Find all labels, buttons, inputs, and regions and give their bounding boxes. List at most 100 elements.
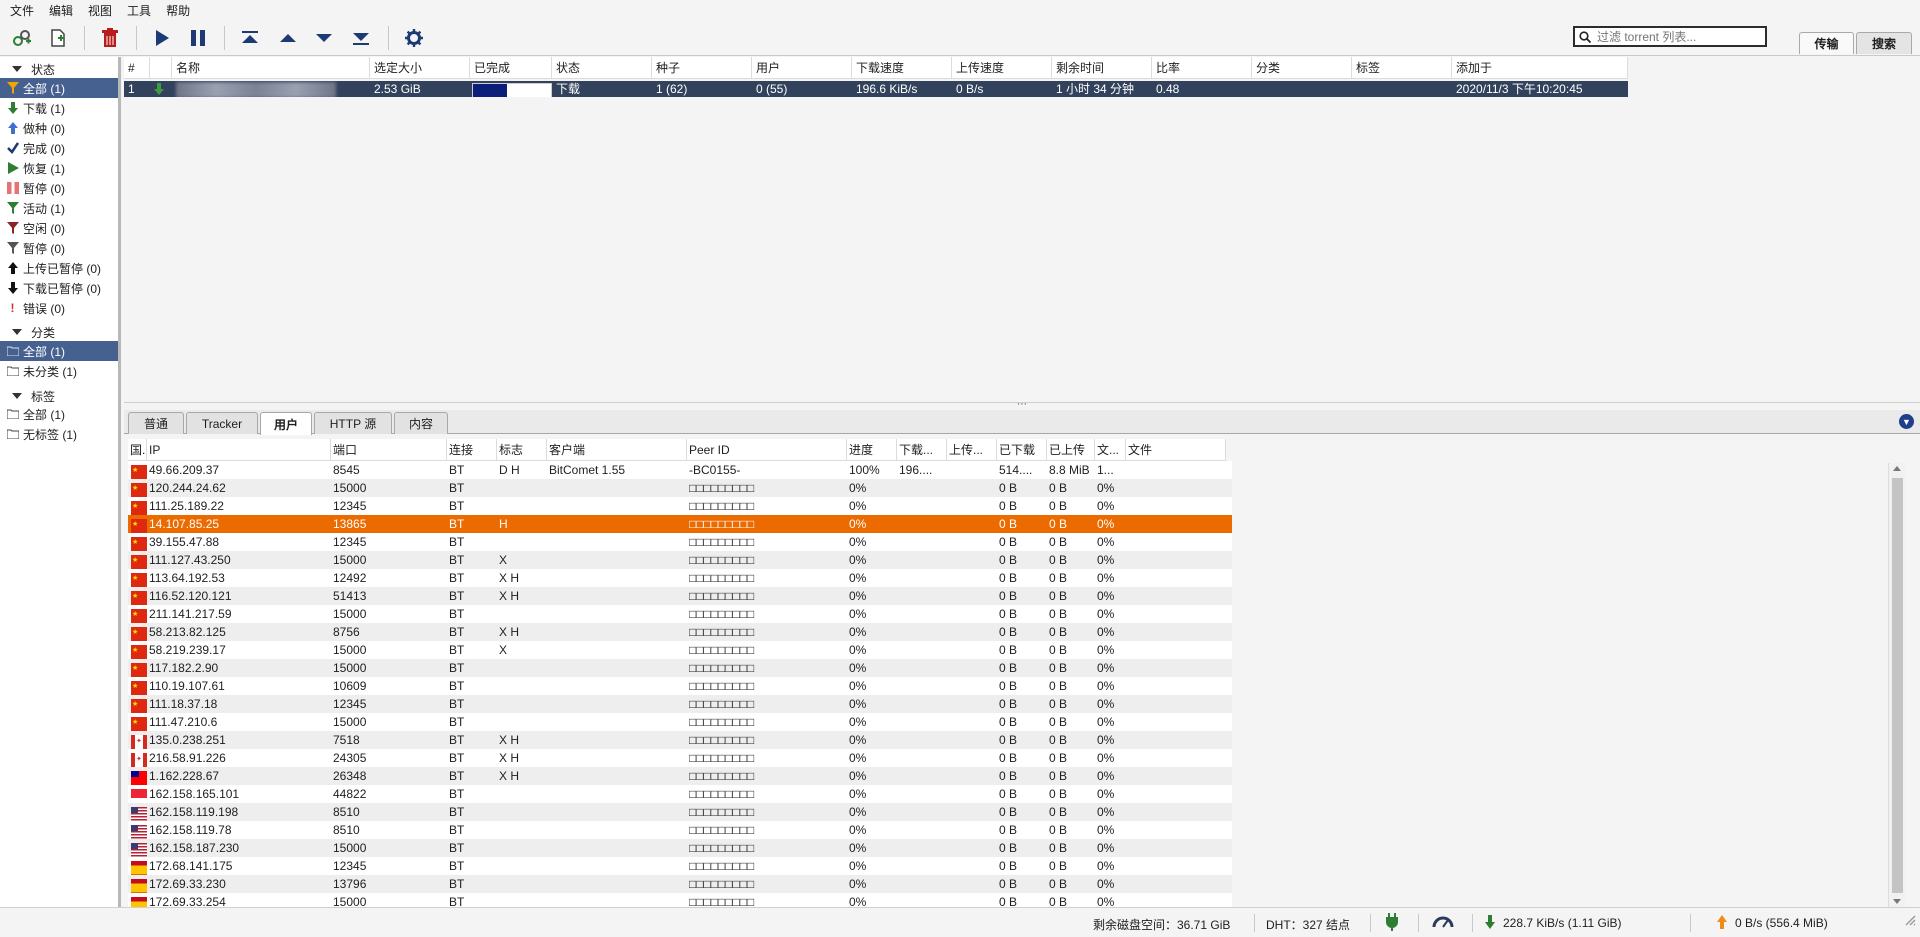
peer-row[interactable]: 162.158.119.198 8510 BT □□□□□□□□□ 0% 0 B 0 B 0% — [128, 803, 1232, 821]
peer-row[interactable]: 111.18.37.18 12345 BT □□□□□□□□□ 0% 0 B 0 B 0% — [128, 695, 1232, 713]
peer-col-downloaded[interactable]: 已下载 — [997, 439, 1047, 461]
peer-row[interactable]: 39.155.47.88 12345 BT □□□□□□□□□ 0% 0 B 0 B 0% — [128, 533, 1232, 551]
peer-col-peer-id[interactable]: Peer ID — [687, 439, 847, 461]
move-down-button[interactable] — [310, 26, 338, 50]
peer-row[interactable]: 58.213.82.125 8756 BT X H □□□□□□□□□ 0% 0 B 0 B 0… — [128, 623, 1232, 641]
tab-peers[interactable]: 用户 — [260, 412, 312, 435]
peer-col-flags[interactable]: 标志 — [497, 439, 547, 461]
peer-col-country[interactable]: 国... — [128, 439, 147, 461]
category-section-header[interactable]: 分类 — [12, 324, 55, 340]
collapse-panel-button[interactable]: ▼ — [1899, 414, 1914, 429]
col-index[interactable]: # — [124, 57, 150, 79]
peer-row[interactable]: 14.107.85.25 13865 BT H □□□□□□□□□ 0% 0 B 0 B 0% — [128, 515, 1232, 533]
peer-row[interactable]: 111.127.43.250 15000 BT X □□□□□□□□□ 0% 0 B 0 B 0… — [128, 551, 1232, 569]
col-eta[interactable]: 剩余时间 — [1052, 57, 1152, 79]
peer-row[interactable]: 117.182.2.90 15000 BT □□□□□□□□□ 0% 0 B 0 B 0% — [128, 659, 1232, 677]
scrollbar-thumb[interactable] — [1892, 478, 1903, 893]
peer-col-port[interactable]: 端口 — [331, 439, 447, 461]
sidebar-item-uncategorized[interactable]: 未分类 (1) — [0, 361, 118, 381]
sidebar-item-active[interactable]: 活动 (1) — [0, 198, 118, 218]
move-bottom-button[interactable] — [347, 26, 375, 50]
menu-edit[interactable]: 编辑 — [43, 2, 82, 19]
sidebar-item-stalled-downloading[interactable]: 下载已暂停 (0) — [0, 278, 118, 298]
scroll-up-icon[interactable] — [1893, 466, 1901, 471]
tab-search[interactable]: 搜索 — [1856, 32, 1912, 54]
sidebar-item-tag-all[interactable]: 全部 (1) — [0, 404, 118, 424]
peer-row[interactable]: 58.219.239.17 15000 BT X □□□□□□□□□ 0% 0 B 0 B 0% — [128, 641, 1232, 659]
sidebar-item-paused[interactable]: 暂停 (0) — [0, 178, 118, 198]
sidebar-item-stalled-uploading[interactable]: 上传已暂停 (0) — [0, 258, 118, 278]
add-torrent-link-button[interactable] — [8, 26, 36, 50]
col-ratio[interactable]: 比率 — [1152, 57, 1252, 79]
peer-row[interactable]: 162.158.119.78 8510 BT □□□□□□□□□ 0% 0 B 0 B 0% — [128, 821, 1232, 839]
peer-col-relevance[interactable]: 文... — [1095, 439, 1126, 461]
col-status[interactable]: 状态 — [552, 57, 652, 79]
peer-col-up-speed[interactable]: 上传... — [947, 439, 997, 461]
sidebar-item-resumed[interactable]: 恢复 (1) — [0, 158, 118, 178]
peer-col-down-speed[interactable]: 下载... — [897, 439, 947, 461]
menu-file[interactable]: 文件 — [4, 2, 43, 19]
peer-row[interactable]: 111.25.189.22 12345 BT □□□□□□□□□ 0% 0 B 0 B 0% — [128, 497, 1232, 515]
search-input[interactable] — [1595, 28, 1755, 45]
move-up-button[interactable] — [274, 26, 302, 50]
tab-trackers[interactable]: Tracker — [186, 412, 258, 434]
pause-button[interactable] — [184, 26, 212, 50]
connection-status-icon[interactable] — [1384, 913, 1400, 934]
sidebar-item-inactive[interactable]: 空闲 (0) — [0, 218, 118, 238]
col-tags[interactable]: 标签 — [1352, 57, 1452, 79]
peer-row[interactable]: 162.158.165.101 44822 BT □□□□□□□□□ 0% 0 B 0 B 0… — [128, 785, 1232, 803]
search-field[interactable] — [1573, 26, 1767, 47]
peer-col-uploaded[interactable]: 已上传 — [1047, 439, 1095, 461]
peer-scrollbar[interactable] — [1888, 463, 1905, 907]
sidebar-item-stalled[interactable]: 暂停 (0) — [0, 238, 118, 258]
peer-row[interactable]: 49.66.209.37 8545 BT D H BitComet 1.55 -BC015… — [128, 461, 1232, 479]
options-button[interactable] — [400, 26, 428, 50]
speed-limit-icon[interactable] — [1432, 913, 1454, 932]
sidebar-item-untagged[interactable]: 无标签 (1) — [0, 424, 118, 444]
col-down-speed[interactable]: 下载速度 — [852, 57, 952, 79]
menu-view[interactable]: 视图 — [82, 2, 121, 19]
peer-row[interactable]: 162.158.187.230 15000 BT □□□□□□□□□ 0% 0 B 0 B 0… — [128, 839, 1232, 857]
panel-splitter[interactable]: ⋯ — [124, 400, 1920, 410]
peer-row[interactable]: 113.64.192.53 12492 BT X H □□□□□□□□□ 0% 0 B 0 B… — [128, 569, 1232, 587]
peer-col-client[interactable]: 客户端 — [547, 439, 687, 461]
menu-tools[interactable]: 工具 — [121, 2, 160, 19]
peer-row[interactable]: 120.244.24.62 15000 BT □□□□□□□□□ 0% 0 B 0 B 0% — [128, 479, 1232, 497]
peer-row[interactable]: 116.52.120.121 51413 BT X H □□□□□□□□□ 0% 0 B 0 … — [128, 587, 1232, 605]
tab-transfers[interactable]: 传输 — [1799, 32, 1854, 54]
add-torrent-file-button[interactable] — [44, 26, 72, 50]
torrent-row[interactable]: 1 2.53 GiB 44.2% 下载 1 (62) 0 (55) 196.6 … — [124, 81, 1628, 97]
tab-http-sources[interactable]: HTTP 源 — [314, 412, 392, 434]
col-size[interactable]: 选定大小 — [370, 57, 470, 79]
peer-col-connection[interactable]: 连接 — [447, 439, 497, 461]
peer-row[interactable]: 110.19.107.61 10609 BT □□□□□□□□□ 0% 0 B 0 B 0% — [128, 677, 1232, 695]
col-name[interactable]: 名称 — [172, 57, 370, 79]
sidebar-item-completed[interactable]: 完成 (0) — [0, 138, 118, 158]
peer-row[interactable]: 172.69.33.254 15000 BT □□□□□□□□□ 0% 0 B 0 B 0% — [128, 893, 1232, 907]
resize-grip-icon[interactable] — [1904, 914, 1916, 929]
tab-content[interactable]: 内容 — [394, 412, 448, 434]
col-peers[interactable]: 用户 — [752, 57, 852, 79]
menu-help[interactable]: 帮助 — [160, 2, 199, 19]
col-status-icon[interactable] — [150, 57, 172, 79]
status-section-header[interactable]: 状态 — [12, 61, 55, 77]
sidebar-item-downloading[interactable]: 下载 (1) — [0, 98, 118, 118]
peer-row[interactable]: 216.58.91.226 24305 BT X H □□□□□□□□□ 0% 0 B 0 B… — [128, 749, 1232, 767]
col-seeds[interactable]: 种子 — [652, 57, 752, 79]
peer-col-progress[interactable]: 进度 — [847, 439, 897, 461]
resume-button[interactable] — [148, 26, 176, 50]
scroll-down-icon[interactable] — [1893, 899, 1901, 904]
col-progress[interactable]: 已完成 — [470, 57, 552, 79]
tab-general[interactable]: 普通 — [128, 412, 184, 434]
col-category[interactable]: 分类 — [1252, 57, 1352, 79]
peer-row[interactable]: 172.68.141.175 12345 BT □□□□□□□□□ 0% 0 B 0 B 0% — [128, 857, 1232, 875]
tag-section-header[interactable]: 标签 — [12, 388, 55, 404]
sidebar-item-category-all[interactable]: 全部 (1) — [0, 341, 118, 361]
move-top-button[interactable] — [236, 26, 264, 50]
peer-row[interactable]: 111.47.210.6 15000 BT □□□□□□□□□ 0% 0 B 0 B 0% — [128, 713, 1232, 731]
sidebar-item-all[interactable]: 全部 (1) — [0, 78, 118, 98]
peer-row[interactable]: 172.69.33.230 13796 BT □□□□□□□□□ 0% 0 B 0 B 0% — [128, 875, 1232, 893]
col-up-speed[interactable]: 上传速度 — [952, 57, 1052, 79]
peer-row[interactable]: 135.0.238.251 7518 BT X H □□□□□□□□□ 0% 0 B 0 B 0… — [128, 731, 1232, 749]
col-added-on[interactable]: 添加于 — [1452, 57, 1628, 79]
